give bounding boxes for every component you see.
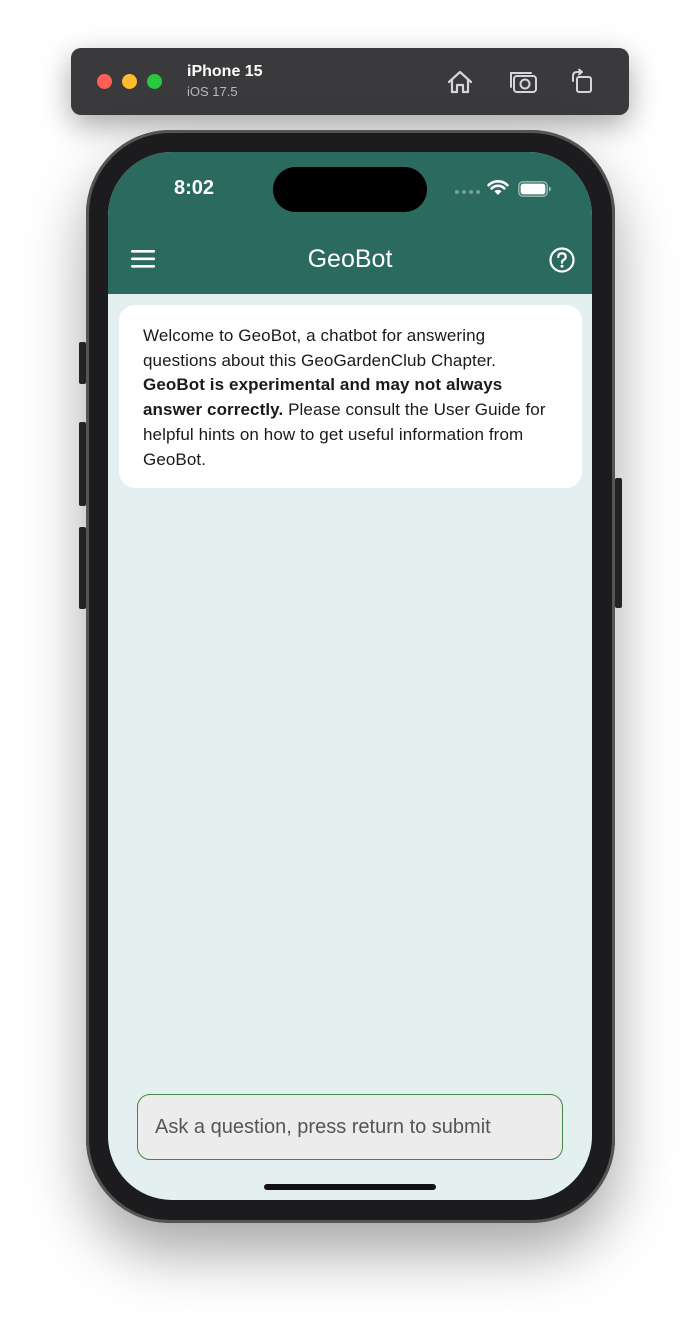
welcome-intro: Welcome to GeoBot, a chatbot for answeri… [143, 326, 497, 370]
screenshot-button[interactable] [509, 67, 539, 97]
battery-icon [518, 181, 551, 197]
camera-icon [510, 72, 537, 93]
rotate-icon [572, 68, 592, 93]
help-icon [549, 247, 575, 273]
power-button [615, 478, 622, 608]
question-input-container [137, 1094, 563, 1160]
window-zoom-button[interactable] [147, 74, 162, 89]
window-close-button[interactable] [97, 74, 112, 89]
help-button[interactable] [549, 247, 575, 273]
welcome-message: Welcome to GeoBot, a chatbot for answeri… [119, 305, 582, 488]
silent-switch [79, 342, 86, 384]
volume-down-button [79, 527, 86, 609]
simulator-window: iPhone 15 iOS 17.5 8:02 GeoBot Welcome t… [0, 0, 700, 1321]
home-icon [447, 70, 473, 94]
question-input[interactable] [138, 1095, 562, 1159]
simulator-toolbar: iPhone 15 iOS 17.5 [71, 48, 629, 115]
window-minimize-button[interactable] [122, 74, 137, 89]
phone-screen: 8:02 GeoBot Welcome to GeoBot, a chatbot… [108, 152, 592, 1200]
wifi-icon [487, 180, 509, 195]
home-button[interactable] [445, 67, 475, 97]
rotate-button[interactable] [567, 67, 597, 97]
app-title: GeoBot [307, 245, 393, 273]
device-os-version: iOS 17.5 [187, 84, 238, 99]
home-indicator[interactable] [264, 1184, 436, 1190]
dynamic-island [273, 167, 427, 212]
device-name: iPhone 15 [187, 63, 263, 80]
status-time: 8:02 [174, 177, 215, 199]
volume-up-button [79, 422, 86, 506]
cellular-signal-icon [455, 190, 480, 194]
